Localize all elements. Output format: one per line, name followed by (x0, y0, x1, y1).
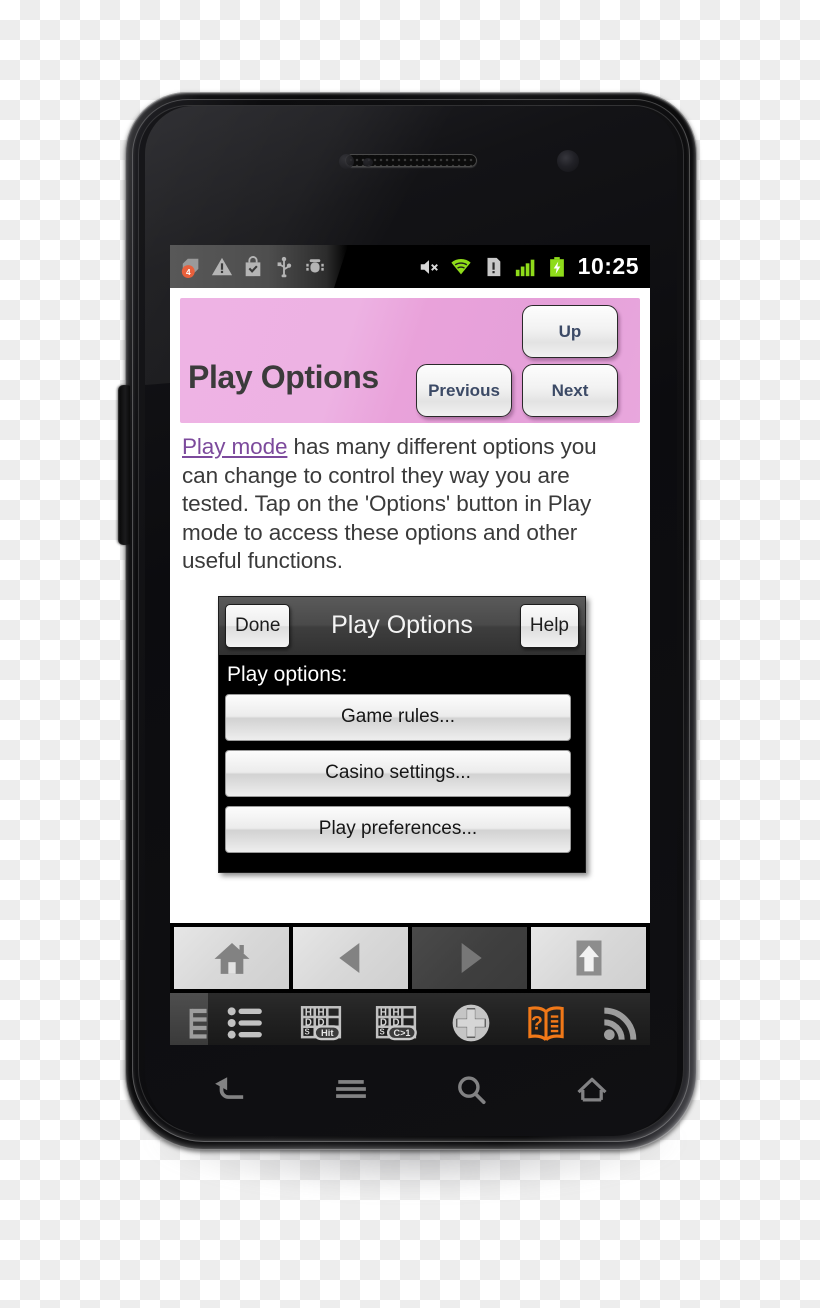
actions-badge-text: Hit (321, 1027, 334, 1038)
list-icon (226, 998, 266, 1045)
notification-badge-icon: 4 (180, 256, 202, 278)
signal-bars-icon (515, 259, 535, 276)
embedded-done-button[interactable]: Done (225, 603, 291, 648)
memorize-icon (174, 998, 208, 1045)
up-arrow-icon (576, 940, 601, 976)
body-paragraph: Play mode has many different options you… (182, 433, 638, 576)
volume-rocker-button[interactable] (118, 385, 130, 545)
toolbar-item-help[interactable]: ? Help (508, 993, 583, 1045)
next-button[interactable]: Next (522, 364, 618, 417)
app-back-button[interactable] (293, 927, 408, 989)
help-book-icon: ? (525, 998, 567, 1045)
embedded-dialog-titlebar: Done Play Options Help (219, 596, 585, 655)
volume-mute-icon (420, 259, 438, 274)
android-status-bar: 4 10:25 (170, 245, 650, 288)
embedded-play-preferences-button[interactable]: Play preferences... (225, 805, 571, 853)
index-badge-text: C>1 (393, 1028, 410, 1038)
embedded-dialog-body: Play options: Game rules... Casino setti… (219, 654, 585, 872)
market-bag-check-icon (242, 256, 264, 278)
svg-text:4: 4 (186, 267, 191, 276)
plus-circle-icon (450, 998, 492, 1045)
toolbar-item-addons[interactable]: Add-ons (433, 993, 508, 1045)
app-up-button[interactable] (531, 927, 646, 989)
help-page-content: Play Options Up Previous Next Play mode … (170, 288, 650, 923)
embedded-game-rules-button[interactable]: Game rules... (225, 693, 571, 741)
page-title: Play Options (188, 359, 379, 395)
app-navigation-bar (170, 923, 650, 993)
proximity-sensor-icon (339, 154, 354, 169)
rss-icon (601, 998, 641, 1045)
back-arrow-icon (338, 943, 359, 973)
back-softkey[interactable] (200, 1065, 260, 1115)
phone-screen: 4 10:25 Play Options Up Previous Next Pl… (170, 245, 650, 1045)
status-system-icons: 10:25 (418, 253, 650, 280)
front-camera-icon (557, 150, 579, 172)
warning-triangle-icon (211, 256, 233, 278)
embedded-app-screenshot: Done Play Options Help Play options: Gam… (218, 595, 586, 873)
home-icon (214, 943, 249, 974)
strategy-grid-count-icon: HH DD S C>1 (374, 998, 418, 1045)
app-bottom-toolbar: rize Rules HH (170, 993, 650, 1045)
search-softkey[interactable] (441, 1065, 501, 1115)
strategy-grid-hit-icon: HH DD S Hit (299, 998, 343, 1045)
previous-button[interactable]: Previous (416, 364, 512, 417)
toolbar-item-news[interactable]: News (583, 993, 650, 1045)
play-mode-link[interactable]: Play mode (182, 434, 288, 459)
toolbar-item-index[interactable]: HH DD S C>1 Index (358, 993, 433, 1045)
up-button[interactable]: Up (522, 305, 618, 358)
android-soft-keys (170, 1049, 652, 1131)
menu-softkey[interactable] (321, 1065, 381, 1115)
battery-charging-icon (549, 256, 564, 277)
embedded-help-button[interactable]: Help (519, 603, 579, 648)
app-home-button[interactable] (174, 927, 289, 989)
android-debug-icon (304, 256, 326, 278)
svg-text:S: S (304, 1028, 309, 1037)
light-sensor-icon (363, 158, 373, 167)
home-softkey[interactable] (562, 1065, 622, 1115)
page-header-banner: Play Options Up Previous Next (180, 298, 640, 423)
svg-text:?: ? (531, 1012, 543, 1034)
toolbar-item-actions[interactable]: HH DD S Hit Actions (283, 993, 358, 1045)
toolbar-item-memorize[interactable]: rize (170, 993, 208, 1045)
app-forward-button[interactable] (412, 927, 527, 989)
forward-arrow-icon (461, 943, 482, 973)
wifi-icon (451, 258, 471, 274)
svg-text:S: S (379, 1028, 384, 1037)
status-notification-icons: 4 (170, 245, 348, 288)
status-clock: 10:25 (577, 253, 639, 279)
embedded-section-label: Play options: (227, 662, 348, 686)
sim-card-alert-icon (487, 257, 501, 276)
embedded-casino-settings-button[interactable]: Casino settings... (225, 749, 571, 797)
usb-icon (273, 256, 295, 278)
toolbar-item-rules[interactable]: Rules (208, 993, 283, 1045)
